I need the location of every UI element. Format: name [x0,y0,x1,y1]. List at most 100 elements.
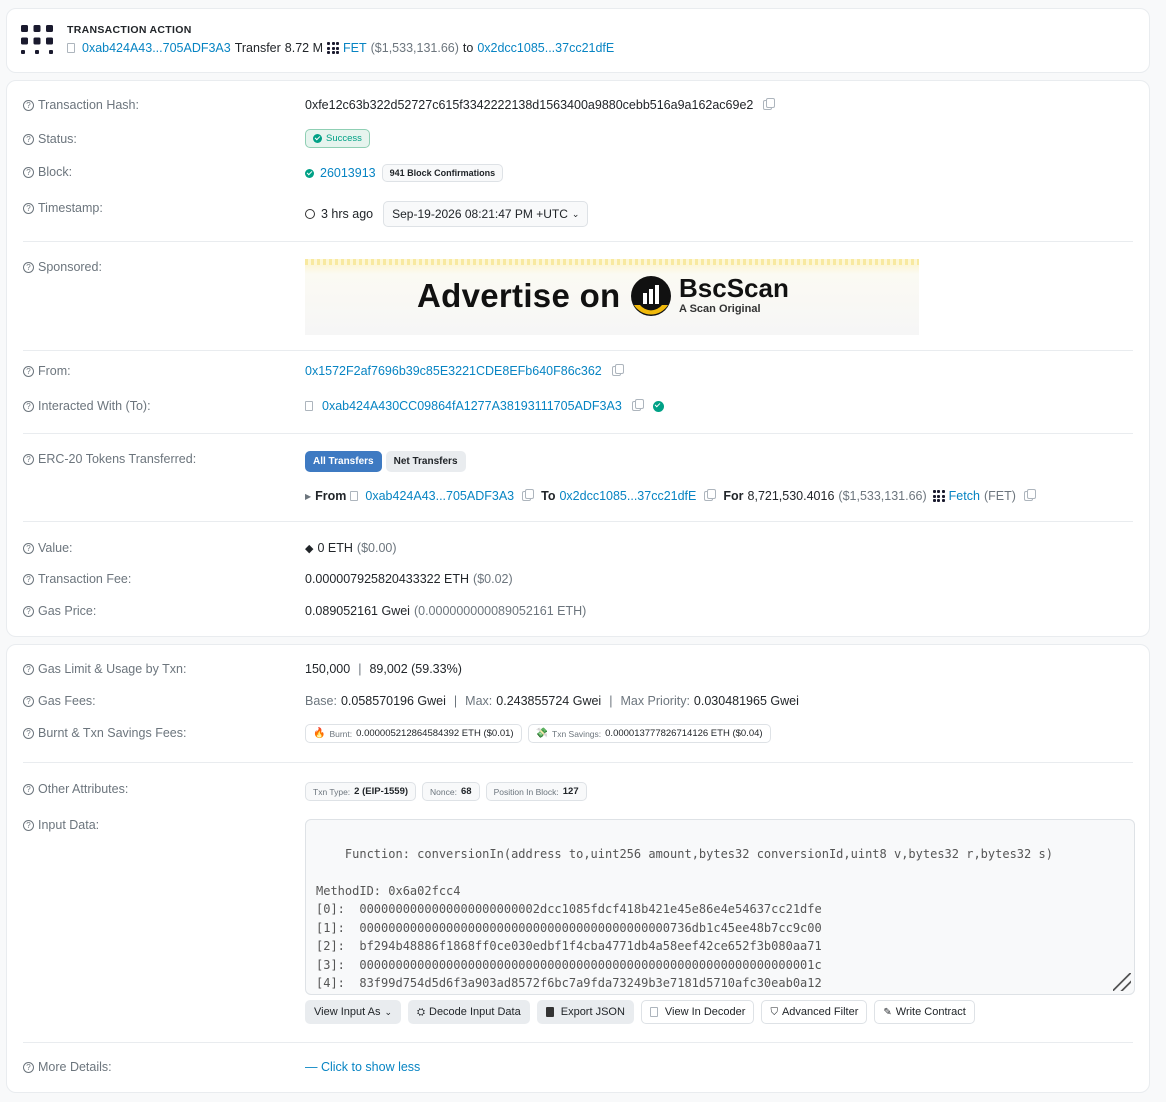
show-less-link[interactable]: — Click to show less [305,1060,420,1074]
fee-label: Transaction Fee: [38,572,132,586]
ad-brand: BscScan [679,273,789,303]
transfer-usd: ($1,533,131.66) [838,489,927,503]
gas-fees-value-row: Base: 0.058570196 Gwei | Max: 0.24385572… [305,694,799,708]
copy-icon[interactable] [763,98,776,110]
transaction-action-card: TRANSACTION ACTION 0xab424A43...705ADF3A… [6,8,1150,73]
help-icon[interactable]: ? [23,400,34,412]
value-label-row: ? Value: [23,541,73,555]
export-json-label: Export JSON [560,1006,625,1018]
advanced-filter-button[interactable]: ⛉ Advanced Filter [761,1000,868,1024]
burnt-badge: 🔥 Burnt: 0.000005212864584392 ETH ($0.01… [305,724,522,743]
help-icon[interactable]: ? [23,573,34,585]
txn-type-badge: Txn Type: 2 (EIP-1559) [305,782,417,801]
copy-icon[interactable] [704,489,717,501]
input-label-row: ? Input Data: [23,818,99,832]
timestamp-value-row: 3 hrs ago Sep-19-2026 08:21:47 PM +UTC ⌄ [305,201,589,227]
to-label: Interacted With (To): [38,399,151,413]
divider [23,1042,1133,1043]
timestamp-label: Timestamp: [38,201,103,215]
contract-icon [305,401,313,411]
ad-tagline: A Scan Original [679,303,761,315]
burnt-label: Burnt & Txn Savings Fees: [38,726,187,740]
help-icon[interactable]: ? [23,542,34,554]
view-in-decoder-button[interactable]: View In Decoder [640,1000,755,1024]
other-label-row: ? Other Attributes: [23,782,128,796]
copy-icon[interactable] [611,364,624,376]
view-input-as-button[interactable]: View Input As ⌄ [305,1000,401,1024]
from-address-link[interactable]: 0x1572F2af7696b39c85E3221CDE8EFb640F86c3… [305,364,602,378]
fee-label-row: ? Transaction Fee: [23,572,131,586]
help-icon[interactable]: ? [23,819,34,831]
copy-icon[interactable] [522,489,535,501]
decode-icon: ⛭ [417,1006,425,1018]
pencil-icon: ✎ [883,1006,892,1018]
action-token-link[interactable]: FET [343,41,367,55]
fet-token-icon [327,42,340,54]
divider [23,433,1133,434]
savings-value: 0.000013777826714126 ETH ($0.04) [605,728,763,739]
erc20-tabs: All Transfers Net Transfers [305,451,466,472]
tx-hash-label: Transaction Hash: [38,98,139,112]
sponsored-banner[interactable]: Advertise on BscScan A Scan Original [305,259,919,335]
transfer-token-symbol: (FET) [983,489,1016,503]
contract-icon [350,491,359,501]
help-icon[interactable]: ? [23,663,34,675]
verified-icon [652,400,664,412]
sponsored-label-row: ? Sponsored: [23,260,102,274]
confirmations-badge: 941 Block Confirmations [381,164,504,182]
help-icon[interactable]: ? [23,727,34,739]
transfer-token-link[interactable]: Fetch [949,489,980,503]
help-icon[interactable]: ? [23,99,34,111]
help-icon[interactable]: ? [23,166,34,178]
input-data-text: Function: conversionIn(address to,uint25… [316,846,1053,991]
resize-handle-icon[interactable] [1113,973,1131,991]
to-address-link[interactable]: 0xab424A430CC09864fA1277A38193111705ADF3… [322,399,622,413]
help-icon[interactable]: ? [23,605,34,617]
block-link[interactable]: 26013913 [320,166,376,180]
help-icon[interactable]: ? [23,133,34,145]
other-value-row: Txn Type: 2 (EIP-1559) Nonce: 68 Positio… [305,782,587,801]
status-value-row: Success [305,129,370,148]
gas-price-label-row: ? Gas Price: [23,604,96,618]
timestamp-label-row: ? Timestamp: [23,201,103,215]
copy-icon[interactable] [1023,489,1036,501]
divider [23,241,1133,242]
input-actions: View Input As ⌄ ⛭ Decode Input Data Expo… [305,1000,975,1024]
input-data-textarea[interactable]: Function: conversionIn(address to,uint25… [305,819,1135,995]
caret-right-icon: ▶ [305,491,312,501]
action-to-link[interactable]: 0x2dcc1085...37cc21dfE [477,41,614,55]
copy-icon[interactable] [631,399,644,411]
write-contract-button[interactable]: ✎ Write Contract [874,1000,975,1024]
help-icon[interactable]: ? [23,695,34,707]
chevron-down-icon: ⌄ [571,208,580,219]
other-label: Other Attributes: [38,782,129,796]
timestamp-dropdown[interactable]: Sep-19-2026 08:21:47 PM +UTC ⌄ [383,201,589,227]
from-label-row: ? From: [23,364,71,378]
help-icon[interactable]: ? [23,202,34,214]
banner-stripe [305,259,919,265]
gas-limit-value: 150,000 [305,662,351,676]
tab-net-transfers[interactable]: Net Transfers [385,451,466,472]
transfer-from-link[interactable]: 0xab424A43...705ADF3A3 [365,489,514,503]
action-from-link[interactable]: 0xab424A43...705ADF3A3 [82,41,231,55]
tx-hash-label-row: ? Transaction Hash: [23,98,139,112]
export-json-button[interactable]: Export JSON [536,1000,634,1024]
action-heading: TRANSACTION ACTION [67,24,192,36]
help-icon[interactable]: ? [23,365,34,377]
position-value: 127 [562,786,579,797]
bscscan-logo-icon [630,275,672,317]
tab-all-transfers[interactable]: All Transfers [305,451,382,472]
view-in-decoder-label: View In Decoder [664,1006,746,1018]
base-value: 0.058570196 Gwei [340,694,446,708]
base-word: Base: [305,694,337,708]
decode-input-button[interactable]: ⛭ Decode Input Data [408,1000,530,1024]
transfer-to-link[interactable]: 0x2dcc1085...37cc21dfE [559,489,696,503]
nonce-badge: Nonce: 68 [422,782,480,801]
help-icon[interactable]: ? [23,261,34,273]
help-icon[interactable]: ? [23,1061,34,1073]
money-icon: 💸 [535,728,548,739]
gas-limit-label: Gas Limit & Usage by Txn: [38,662,187,676]
check-circle-icon [313,134,322,143]
help-icon[interactable]: ? [23,453,34,465]
help-icon[interactable]: ? [23,783,34,795]
